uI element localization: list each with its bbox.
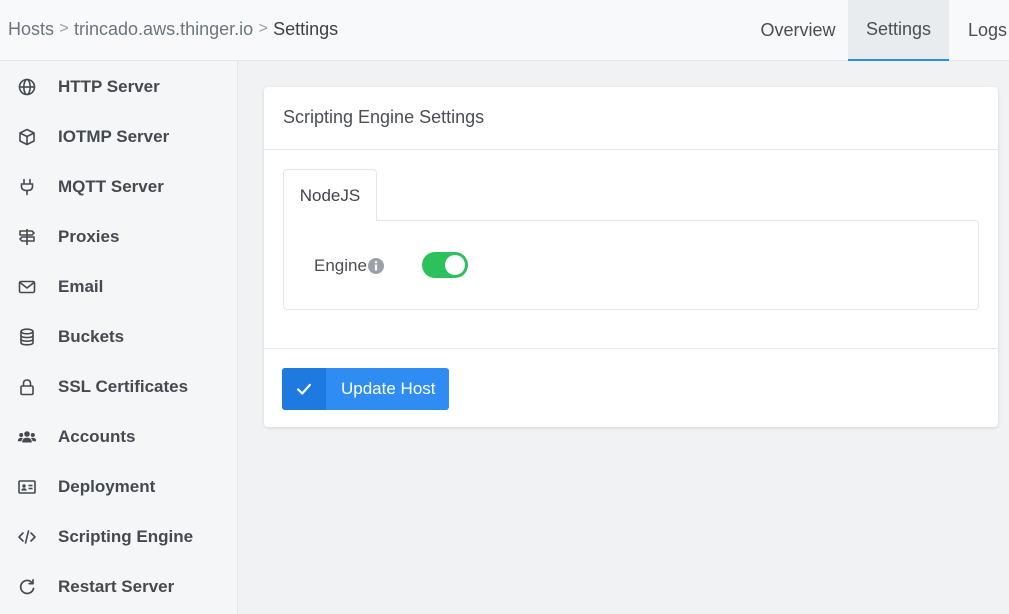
breadcrumb-hosts[interactable]: Hosts — [8, 19, 54, 40]
card-title: Scripting Engine Settings — [283, 107, 485, 127]
sidebar-item-email[interactable]: Email — [0, 262, 237, 312]
tab-pane-nodejs: Engine — [283, 220, 979, 310]
engine-label: Engine — [314, 256, 367, 275]
settings-card: Scripting Engine Settings NodeJS Engine … — [264, 87, 998, 427]
plug-icon — [16, 176, 38, 198]
card-header: Scripting Engine Settings — [264, 87, 998, 150]
sidebar-item-proxies[interactable]: Proxies — [0, 212, 237, 262]
sidebar-item-buckets[interactable]: Buckets — [0, 312, 237, 362]
sidebar-item-label: Email — [58, 277, 104, 296]
breadcrumb: Hosts > trincado.aws.thinger.io > Settin… — [8, 0, 338, 58]
breadcrumb-current: Settings — [273, 18, 339, 39]
id-card-icon — [16, 476, 38, 498]
tab-nodejs[interactable]: NodeJS — [283, 169, 377, 221]
sidebar: HTTP Server IOTMP Server MQTT Server Pro… — [0, 61, 238, 614]
sidebar-item-label: HTTP Server — [58, 77, 160, 96]
tab-overview[interactable]: Overview — [748, 0, 848, 61]
breadcrumb-separator: > — [258, 20, 268, 37]
sidebar-item-iotmp-server[interactable]: IOTMP Server — [0, 112, 237, 162]
sidebar-item-ssl-certificates[interactable]: SSL Certificates — [0, 362, 237, 412]
users-icon — [16, 426, 38, 448]
sidebar-item-label: SSL Certificates — [58, 377, 189, 396]
info-icon[interactable] — [367, 257, 385, 275]
signpost-icon — [16, 226, 38, 248]
tab-settings[interactable]: Settings — [848, 0, 949, 61]
breadcrumb-host[interactable]: trincado.aws.thinger.io — [74, 19, 253, 40]
lock-icon — [16, 376, 38, 398]
code-icon — [16, 526, 38, 548]
engine-toggle[interactable] — [422, 252, 468, 278]
update-host-button[interactable]: Update Host — [282, 368, 449, 410]
top-bar: Hosts > trincado.aws.thinger.io > Settin… — [0, 0, 1009, 61]
sidebar-item-label: Restart Server — [58, 577, 175, 596]
check-icon — [282, 368, 326, 410]
sidebar-item-label: Proxies — [58, 227, 120, 246]
envelope-icon — [16, 276, 38, 298]
sidebar-item-label: IOTMP Server — [58, 127, 170, 146]
sidebar-item-accounts[interactable]: Accounts — [0, 412, 237, 462]
update-host-label: Update Host — [341, 379, 436, 398]
sidebar-item-http-server[interactable]: HTTP Server — [0, 62, 237, 112]
redo-icon — [16, 576, 38, 598]
tab-logs[interactable]: Logs — [949, 0, 1009, 61]
cube-icon — [16, 126, 38, 148]
globe-icon — [16, 76, 38, 98]
card-divider — [264, 348, 998, 349]
page-tabs: Overview Settings Logs — [748, 0, 1009, 61]
sidebar-item-label: Scripting Engine — [58, 527, 194, 546]
sidebar-item-label: Accounts — [58, 427, 136, 446]
database-icon — [16, 326, 38, 348]
toggle-knob — [445, 255, 465, 275]
sidebar-item-label: MQTT Server — [58, 177, 164, 196]
sidebar-item-restart-server[interactable]: Restart Server — [0, 562, 237, 612]
sidebar-item-label: Deployment — [58, 477, 156, 496]
sidebar-item-mqtt-server[interactable]: MQTT Server — [0, 162, 237, 212]
sidebar-item-deployment[interactable]: Deployment — [0, 462, 237, 512]
breadcrumb-separator: > — [59, 20, 69, 37]
sidebar-item-label: Buckets — [58, 327, 125, 346]
sidebar-item-scripting-engine[interactable]: Scripting Engine — [0, 512, 237, 562]
